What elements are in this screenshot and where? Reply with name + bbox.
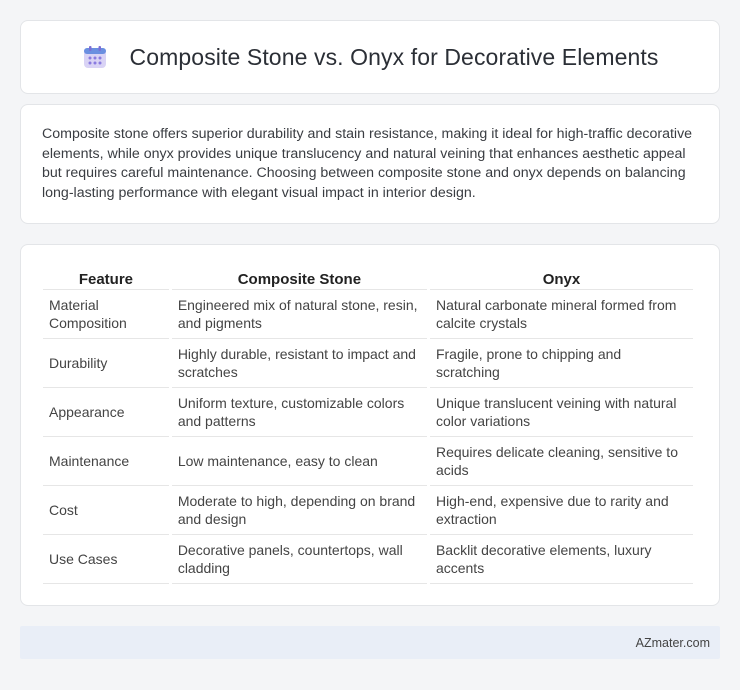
table-row: Material Composition Engineered mix of n… [43,290,693,339]
row-feature: Appearance [43,388,169,437]
summary-card: Composite stone offers superior durabili… [20,104,720,224]
header-composite-stone: Composite Stone [171,265,427,290]
row-onyx: Backlit decorative elements, luxury acce… [429,535,693,584]
row-composite: Highly durable, resistant to impact and … [171,339,427,388]
row-onyx: Requires delicate cleaning, sensitive to… [429,437,693,486]
header-onyx: Onyx [429,265,693,290]
row-onyx: Unique translucent veining with natural … [429,388,693,437]
comparison-card: Feature Composite Stone Onyx Material Co… [20,244,720,606]
table-row: Appearance Uniform texture, customizable… [43,388,693,437]
row-composite: Low maintenance, easy to clean [171,437,427,486]
row-feature: Cost [43,486,169,535]
row-feature: Material Composition [43,290,169,339]
table-row: Use Cases Decorative panels, countertops… [43,535,693,584]
comparison-table: Feature Composite Stone Onyx Material Co… [40,265,696,584]
row-composite: Uniform texture, customizable colors and… [171,388,427,437]
page-title: Composite Stone vs. Onyx for Decorative … [129,43,659,70]
table-row: Durability Highly durable, resistant to … [43,339,693,388]
header-feature: Feature [43,265,169,290]
row-feature: Maintenance [43,437,169,486]
calendar-icon [83,46,106,68]
table-row: Cost Moderate to high, depending on bran… [43,486,693,535]
row-onyx: High-end, expensive due to rarity and ex… [429,486,693,535]
table-header-row: Feature Composite Stone Onyx [43,265,693,290]
row-feature: Use Cases [43,535,169,584]
row-composite: Moderate to high, depending on brand and… [171,486,427,535]
row-onyx: Fragile, prone to chipping and scratchin… [429,339,693,388]
row-composite: Decorative panels, countertops, wall cla… [171,535,427,584]
summary-text: Composite stone offers superior durabili… [42,126,693,202]
row-composite: Engineered mix of natural stone, resin, … [171,290,427,339]
row-onyx: Natural carbonate mineral formed from ca… [429,290,693,339]
row-feature: Durability [43,339,169,388]
table-row: Maintenance Low maintenance, easy to cle… [43,437,693,486]
title-card: Composite Stone vs. Onyx for Decorative … [20,20,720,94]
footer-brand[interactable]: AZmater.com [636,636,710,650]
footer: AZmater.com [20,626,720,659]
